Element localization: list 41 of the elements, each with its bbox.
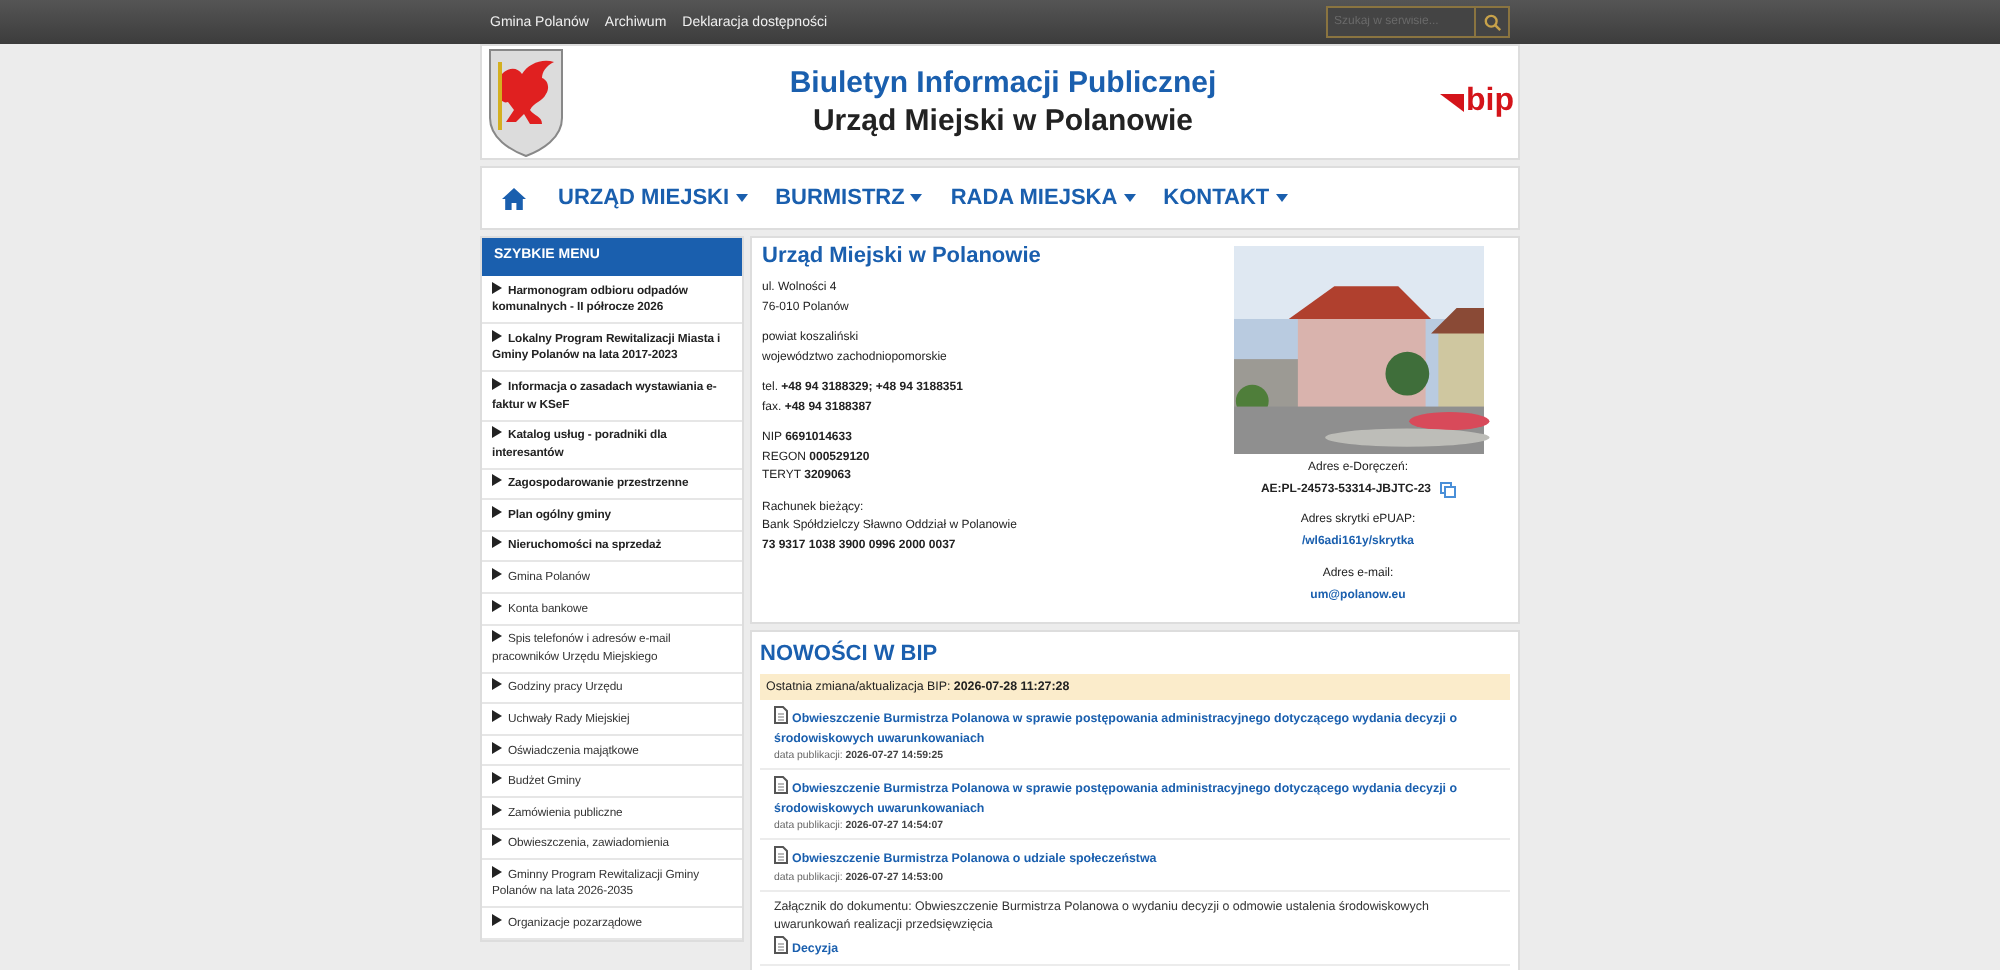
triangle-icon xyxy=(492,505,502,518)
triangle-icon xyxy=(492,678,502,691)
nav-menu-item[interactable]: RADA MIEJSKA xyxy=(950,186,1136,210)
document-icon xyxy=(774,776,788,794)
triangle-icon xyxy=(492,803,502,816)
triangle-icon xyxy=(492,329,502,342)
nav-menu-item[interactable]: KONTAKT xyxy=(1163,186,1288,210)
nav-menu-item[interactable]: URZĄD MIEJSKI xyxy=(558,186,748,210)
office-name: Urząd Miejski w Polanowie xyxy=(762,244,1043,268)
copy-button[interactable] xyxy=(1439,482,1456,498)
triangle-icon xyxy=(492,536,502,549)
triangle-icon xyxy=(492,426,502,439)
triangle-icon xyxy=(492,630,502,643)
triangle-icon xyxy=(492,474,502,487)
triangle-icon xyxy=(492,741,502,753)
triangle-icon xyxy=(492,568,502,581)
document-icon xyxy=(774,846,788,864)
caret-icon xyxy=(735,194,748,202)
home-icon xyxy=(502,187,526,209)
copy-icon xyxy=(1439,482,1456,498)
triangle-icon xyxy=(492,599,502,612)
triangle-icon xyxy=(492,913,502,926)
bip-logo-text: bip xyxy=(1466,86,1514,118)
nav-menu-item[interactable]: BURMISTRZ xyxy=(775,186,923,210)
search-button[interactable] xyxy=(1476,8,1508,36)
news-title: NOWOŚCI W BIP xyxy=(760,642,940,666)
document-icon xyxy=(774,935,788,953)
search-icon xyxy=(1483,13,1501,31)
triangle-icon xyxy=(492,834,502,847)
triangle-icon xyxy=(492,772,502,785)
site-title: Biuletyn Informacji Publicznej xyxy=(787,64,1219,102)
triangle-icon xyxy=(492,377,502,390)
triangle-icon xyxy=(492,865,502,878)
caret-icon xyxy=(910,194,923,202)
document-icon xyxy=(774,706,788,724)
caret-icon xyxy=(1275,194,1288,202)
site-subtitle: Urząd Miejski w Polanowie xyxy=(810,102,1196,140)
triangle-icon xyxy=(492,281,502,294)
caret-icon xyxy=(1123,194,1136,202)
triangle-icon xyxy=(492,709,502,722)
flag-icon xyxy=(1440,93,1464,111)
